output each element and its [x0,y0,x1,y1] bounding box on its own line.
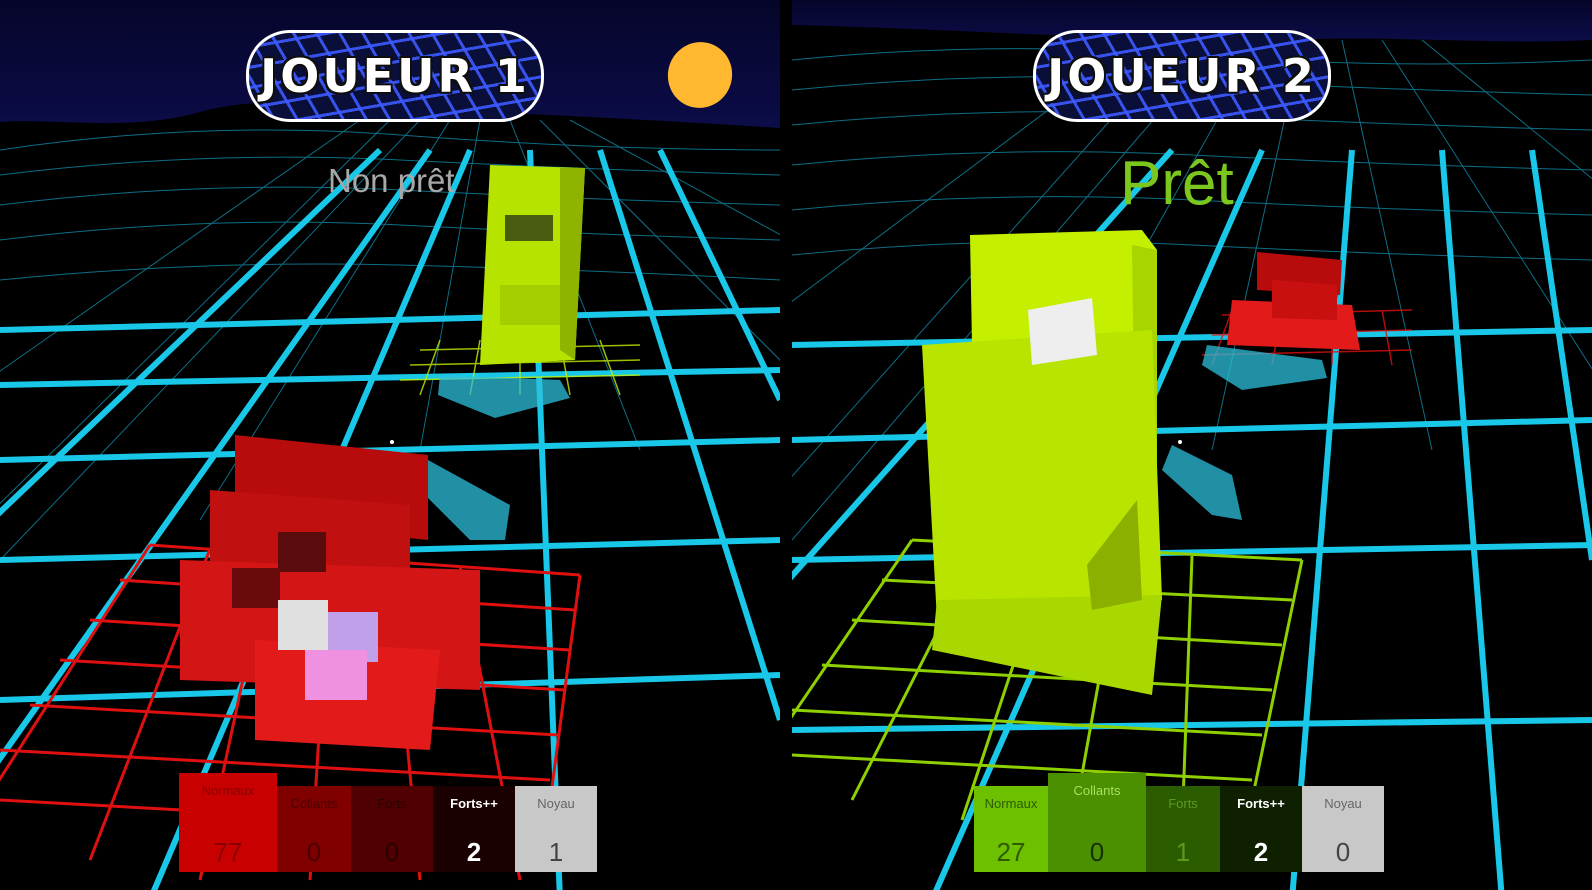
block-counter-value: 77 [213,837,243,867]
block-counter-label: Forts [1168,796,1198,811]
split-divider [780,0,792,890]
player1-title-badge: JOUEUR 1 [246,30,544,122]
block-counter-collants: Collants 0 [277,786,351,872]
block-counter-value: 2 [466,837,482,867]
block-counter-label: Collants [1073,783,1121,798]
block-counter-normaux: Normaux 77 [179,773,277,872]
block-counter-label: Noyau [1324,796,1362,811]
block-counter-forts-plus-plus: Forts++ 2 [433,786,515,872]
block-counter-label: Normaux [201,783,255,798]
block-counter-forts: Forts 0 [351,786,433,872]
player2-title: JOUEUR 2 [1047,49,1317,103]
player2-ready-status: Prêt [1120,149,1234,218]
block-counter-normaux: Normaux 27 [974,786,1048,872]
player1-title: JOUEUR 1 [260,49,530,103]
enemy-robot [480,165,585,365]
block-counter-noyau: Noyau 0 [1302,786,1384,872]
block-counter-label: Normaux [984,796,1038,811]
player1-ready-status: Non prêt [328,162,455,199]
player2-viewport: JOUEUR 2 Prêt Normaux 27 Collants 0 Forts 1 Fo… [792,0,1592,890]
block-counter-value: 0 [306,837,322,867]
block-counter-label: Forts [377,796,407,811]
block-counter-value: 27 [996,837,1026,867]
block-counter-value: 2 [1253,837,1269,867]
crosshair [1178,440,1182,444]
block-counter-forts-plus-plus: Forts++ 2 [1220,786,1302,872]
player2-title-badge: JOUEUR 2 [1033,30,1331,122]
block-counter-value: 0 [384,837,400,867]
block-counter-collants: Collants 0 [1048,773,1146,872]
player2-block-inventory: Normaux 27 Collants 0 Forts 1 Forts++ 2 Noyau 0 [974,773,1384,872]
player1-block-inventory: Normaux 77 Collants 0 Forts 0 Forts++ 2 Noyau 1 [179,773,597,872]
block-counter-value: 1 [548,837,564,867]
block-counter-value: 0 [1089,837,1105,867]
block-counter-label: Forts++ [450,796,498,811]
player1-scene [0,0,780,890]
player2-scene [792,0,1592,890]
player1-viewport: JOUEUR 1 Non prêt Normaux 77 Collants 0 Fort… [0,0,780,890]
block-counter-value: 0 [1335,837,1351,867]
block-counter-label: Noyau [537,796,575,811]
block-counter-forts: Forts 1 [1146,786,1220,872]
crosshair [390,440,394,444]
block-counter-noyau: Noyau 1 [515,786,597,872]
block-counter-value: 1 [1175,837,1191,867]
block-counter-label: Forts++ [1237,796,1285,811]
block-counter-label: Collants [290,796,338,811]
